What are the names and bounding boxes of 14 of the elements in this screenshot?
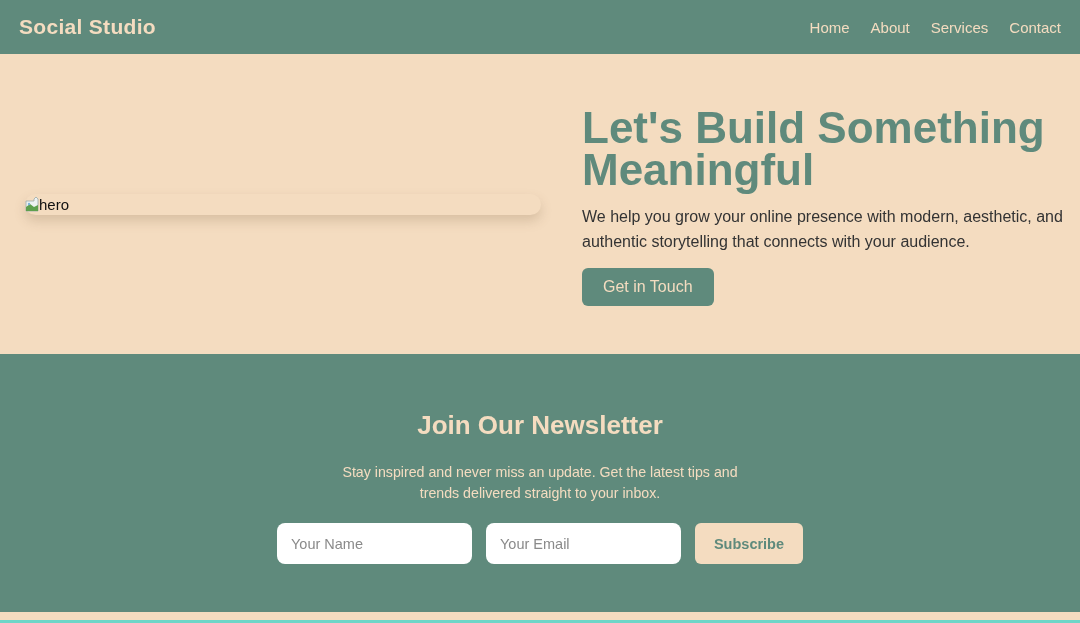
image-alt-text: hero xyxy=(39,194,70,215)
input-field[interactable]: Your Name xyxy=(277,523,472,564)
newsletter-heading: Join Our Newsletter xyxy=(417,410,663,440)
get-in-touch-button[interactable]: Get in Touch xyxy=(582,267,714,306)
nav-link[interactable]: Home xyxy=(809,18,850,36)
hero-text: We help you grow your online presence with modern, aesthetic, and authentic storytelling that connects with your audience. xyxy=(582,206,1064,252)
broken-image-icon xyxy=(25,196,39,212)
input-field[interactable]: Your Email xyxy=(486,523,681,564)
nav-link[interactable]: Contact xyxy=(1009,18,1061,36)
subscribe-button[interactable]: Subscribe xyxy=(695,523,803,564)
newsletter-text: Stay inspired and never miss an update. Get the latest tips and trends delivered straight to your inbox. xyxy=(341,463,739,503)
site-logo: Social Studio xyxy=(19,15,156,39)
nav-link[interactable]: About xyxy=(870,18,910,36)
nav-link[interactable]: Services xyxy=(930,18,989,36)
